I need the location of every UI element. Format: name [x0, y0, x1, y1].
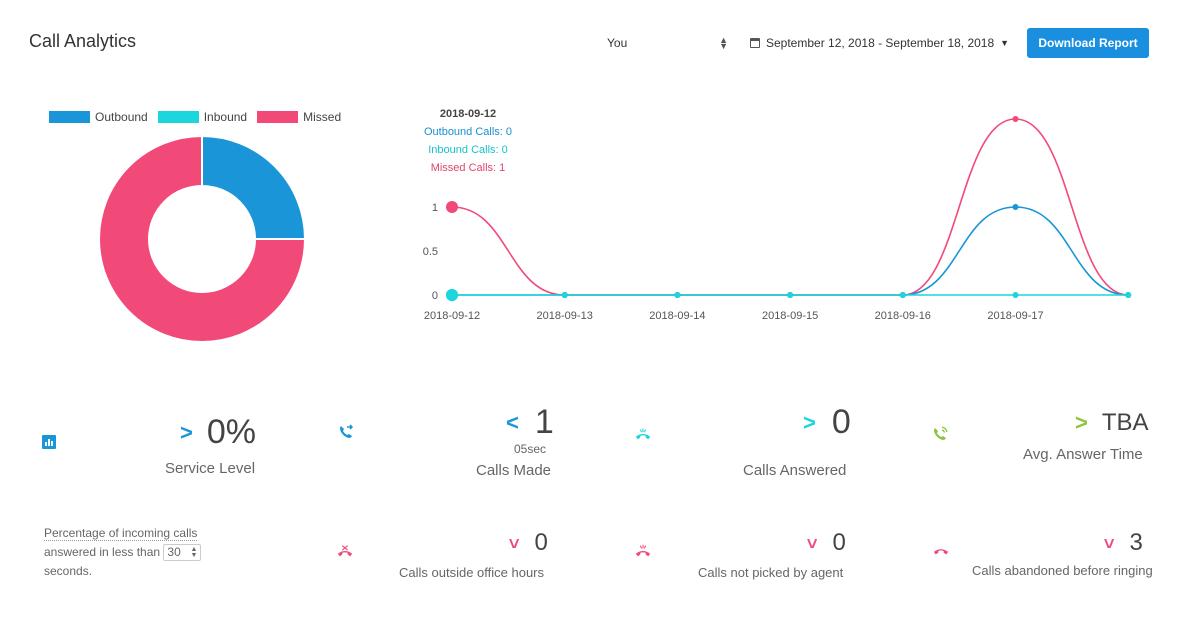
chevron-down-icon: > [503, 537, 524, 549]
donut-slice-outbound[interactable] [201, 135, 306, 240]
not-picked-label: Calls not picked by agent [698, 565, 844, 580]
y-tick-label: 0.5 [423, 246, 438, 258]
desc-line-3: seconds. [44, 564, 93, 578]
threshold-stepper[interactable]: 30 ▲ ▼ [163, 544, 202, 562]
calls-answered-value-group: > 0 [803, 403, 851, 442]
user-select[interactable]: You ▲ ▼ [598, 30, 732, 56]
tooltip-missed: Missed Calls: 1 [430, 162, 506, 174]
tooltip-inbound: Inbound Calls: 0 [428, 144, 508, 156]
service-level-description: Percentage of incoming calls answered in… [44, 524, 202, 581]
legend-label: Inbound [203, 110, 248, 124]
chevron-down-icon: > [1098, 537, 1119, 549]
threshold-value: 30 [167, 545, 181, 560]
calls-made-value: 1 [534, 403, 554, 441]
download-report-button[interactable]: Download Report [1027, 28, 1149, 58]
abandoned-value-group: > 3 [1099, 529, 1143, 557]
page-title: Call Analytics [29, 31, 137, 51]
calls-answered-label: Calls Answered [743, 462, 847, 479]
stepper-arrows-icon: ▲ ▼ [190, 545, 198, 559]
bar-chart-icon [41, 434, 57, 450]
x-tick-label: 2018-09-14 [649, 310, 705, 322]
avg-answer-label: Avg. Answer Time [1023, 446, 1143, 463]
outside-hours-label: Calls outside office hours [399, 565, 545, 580]
missed-call-icon [635, 543, 651, 559]
chevron-right-icon: > [1075, 410, 1088, 435]
legend-swatch-missed [257, 111, 299, 123]
not-picked-value-group: > 0 [802, 529, 846, 557]
calls-made-value-group: < 1 [506, 403, 554, 442]
outgoing-call-icon [338, 424, 354, 440]
incoming-call-icon [635, 426, 651, 442]
chart-tooltip: 2018-09-12 Outbound Calls: 0 Inbound Cal… [413, 105, 523, 177]
service-level-value-group: > 0% [180, 413, 256, 452]
chart-legend: Outbound Inbound Missed [49, 110, 351, 124]
data-point-inbound[interactable] [674, 292, 681, 298]
data-point-inbound[interactable] [899, 292, 906, 298]
legend-item-inbound[interactable]: Inbound [157, 110, 248, 124]
legend-swatch-inbound [157, 111, 199, 123]
x-tick-label: 2018-09-12 [424, 310, 480, 322]
caret-down-icon: ▼ [1000, 38, 1010, 48]
series-line-missed [451, 118, 1129, 296]
legend-swatch-outbound [49, 111, 90, 123]
legend-label: Outbound [95, 110, 148, 124]
abandoned-label: Calls abandoned before ringing [972, 563, 1153, 578]
phone-ringing-icon [933, 425, 949, 441]
service-level-value: 0% [206, 413, 256, 451]
abandoned-value: 3 [1129, 529, 1143, 556]
date-range-picker[interactable]: September 12, 2018 - September 18, 2018 … [750, 30, 1009, 56]
chevron-down-icon: > [801, 537, 822, 549]
chevron-right-icon: > [180, 419, 193, 445]
tooltip-outbound: Outbound Calls: 0 [423, 126, 513, 138]
desc-line-2: answered in less than [44, 545, 161, 559]
desc-line-1: Percentage of incoming calls [44, 526, 198, 541]
not-picked-value: 0 [832, 529, 846, 556]
series-line-outbound [452, 206, 1129, 296]
calls-answered-value: 0 [831, 403, 851, 441]
data-point-inbound[interactable] [446, 289, 458, 301]
hang-up-icon [933, 543, 949, 559]
date-range-value: September 12, 2018 - September 18, 2018 [766, 36, 995, 50]
y-tick-label: 0 [432, 290, 438, 302]
x-tick-label: 2018-09-16 [875, 310, 931, 322]
data-point-inbound[interactable] [787, 292, 794, 298]
tooltip-date: 2018-09-12 [439, 108, 497, 120]
donut-chart [98, 135, 306, 343]
user-select-value: You [607, 36, 628, 50]
call-blocked-icon [337, 543, 353, 559]
x-tick-label: 2018-09-13 [537, 310, 593, 322]
chevron-right-icon: > [803, 409, 816, 435]
x-tick-label: 2018-09-15 [762, 310, 818, 322]
calls-made-duration: 05sec [514, 442, 547, 456]
data-point-missed[interactable] [446, 201, 458, 213]
data-point-inbound[interactable] [561, 292, 568, 298]
calls-made-label: Calls Made [476, 462, 552, 479]
x-tick-label: 2018-09-17 [987, 310, 1043, 322]
legend-label: Missed [303, 110, 342, 124]
service-level-label: Service Level [165, 460, 256, 477]
chevron-left-icon: < [506, 409, 519, 435]
outside-hours-value-group: > 0 [504, 529, 548, 557]
data-point-inbound[interactable] [1125, 292, 1132, 298]
outside-hours-value: 0 [534, 529, 548, 556]
avg-answer-value: TBA [1101, 409, 1149, 436]
select-arrows-icon: ▲ ▼ [719, 35, 728, 51]
calendar-icon [750, 38, 760, 48]
legend-item-outbound[interactable]: Outbound [49, 110, 148, 124]
data-point-outbound[interactable] [1012, 204, 1019, 210]
data-point-inbound[interactable] [1012, 292, 1019, 298]
avg-answer-value-group: > TBA [1075, 409, 1149, 437]
legend-item-missed[interactable]: Missed [257, 110, 341, 124]
y-tick-label: 1 [432, 202, 438, 214]
data-point-missed[interactable] [1012, 116, 1019, 122]
